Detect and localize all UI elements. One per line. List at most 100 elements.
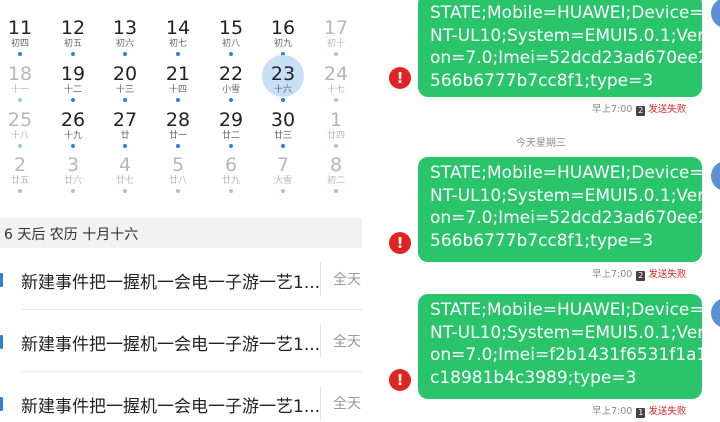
message-text-line: c18981b4c3989;type=3 xyxy=(430,367,637,388)
lunar-date: 小雪 xyxy=(221,85,240,95)
lunar-date: 廿五 xyxy=(10,176,29,186)
day-number: 16 xyxy=(270,17,296,39)
day-cell[interactable]: 2 廿五 xyxy=(0,141,46,195)
event-item[interactable]: 新建事件把一握机一会电一子游一艺1... 全天 xyxy=(0,372,362,422)
sim-card-icon: 2 xyxy=(636,106,646,116)
lunar-date: 廿七 xyxy=(115,176,134,186)
lunar-date: 初九 xyxy=(273,39,292,49)
lunar-date: 十三 xyxy=(115,85,134,95)
event-title: 新建事件把一握机一会电一子游一艺1... xyxy=(21,397,321,417)
day-number: 23 xyxy=(270,63,296,85)
day-header: 6 天后 农历 十月十六 xyxy=(0,218,362,248)
lunar-date: 廿六 xyxy=(63,176,82,186)
message-text-line: on=7.0;Imei=52dcd23ad670ee205 xyxy=(430,208,720,228)
event-dot-icon xyxy=(18,189,22,193)
day-header-text: 6 天后 农历 十月十六 xyxy=(4,227,139,243)
event-item[interactable]: 新建事件把一握机一会电一子游一艺1... 全天 xyxy=(0,310,362,372)
message-time: 早上7:00 xyxy=(592,406,633,417)
divider xyxy=(0,206,362,218)
week-row: 2 廿五 3 廿六 4 廿七 5 廿八 6 廿九 7 大雪 8 初二 xyxy=(0,141,362,195)
divider xyxy=(320,386,321,420)
event-color-bar xyxy=(0,273,3,287)
lunar-date: 廿九 xyxy=(221,176,240,186)
lunar-date: 十七 xyxy=(326,85,345,95)
day-number: 3 xyxy=(66,154,80,176)
message-text-line: STATE;Mobile=HUAWEI;Device=K xyxy=(430,300,715,320)
avatar xyxy=(711,0,720,28)
day-cell[interactable]: 3 廿六 xyxy=(47,141,99,195)
lunar-date: 初十 xyxy=(326,39,345,49)
day-number: 15 xyxy=(218,17,244,39)
lunar-date: 初四 xyxy=(10,39,29,49)
day-cell[interactable]: 5 廿八 xyxy=(152,141,204,195)
day-number: 11 xyxy=(7,17,33,39)
day-number: 5 xyxy=(171,154,185,176)
send-status: 发送失败 xyxy=(648,406,687,417)
day-number: 13 xyxy=(112,17,138,39)
event-dot-icon xyxy=(229,189,233,193)
message-text-line: NT-UL10;System=EMUI5.0.1;Versi xyxy=(430,25,718,46)
month-grid: 11 初四 12 初五 13 初六 14 初七 15 初八 16 初九 17 初十 18 十一 19 十二 20 十三… xyxy=(0,0,362,198)
event-title: 新建事件把一握机一会电一子游一艺1... xyxy=(21,273,321,293)
event-allday-label: 全天 xyxy=(333,272,361,288)
event-color-bar xyxy=(0,335,3,349)
day-number: 18 xyxy=(7,63,33,85)
event-dot-icon xyxy=(176,189,180,193)
event-dot-icon xyxy=(281,189,285,193)
event-dot-icon xyxy=(123,189,127,193)
lunar-date: 初五 xyxy=(63,39,82,49)
day-number: 22 xyxy=(218,63,244,85)
message-meta: 早上7:00 2 发送失败 xyxy=(592,266,712,281)
day-number: 30 xyxy=(270,109,296,131)
day-number: 29 xyxy=(218,109,244,131)
lunar-date: 十一 xyxy=(10,85,29,95)
lunar-date: 廿八 xyxy=(168,176,187,186)
day-number: 27 xyxy=(112,109,138,131)
day-number: 8 xyxy=(329,154,343,176)
day-number: 2 xyxy=(13,154,27,176)
date-separator: 今天星期三 xyxy=(516,138,566,149)
day-number: 26 xyxy=(60,109,86,131)
message-text-line: 566b6777b7cc8f1;type=3 xyxy=(430,230,654,251)
day-cell[interactable]: 7 大雪 xyxy=(257,141,309,195)
message-bubble[interactable]: STATE;Mobile=HUAWEI;Device=K NT-UL10;Syst… xyxy=(418,294,720,399)
event-color-bar xyxy=(0,397,3,411)
sim-card-icon: 2 xyxy=(636,271,646,281)
send-failed-icon[interactable]: ! xyxy=(389,232,411,254)
day-number: 1 xyxy=(329,109,343,131)
message-time: 早上7:00 xyxy=(592,104,633,115)
day-cell[interactable]: 8 初二 xyxy=(310,141,362,195)
lunar-date: 十四 xyxy=(168,85,187,95)
day-cell[interactable]: 6 廿九 xyxy=(205,141,257,195)
send-failed-icon[interactable]: ! xyxy=(389,369,411,391)
send-status: 发送失败 xyxy=(648,104,687,115)
message-bubble[interactable]: STATE;Mobile=HUAWEI;Device=K NT-UL10;Syst… xyxy=(418,157,720,262)
day-cell[interactable]: 4 廿七 xyxy=(99,141,151,195)
lunar-date: 初八 xyxy=(221,39,240,49)
event-allday-label: 全天 xyxy=(333,334,361,350)
message-meta: 早上7:00 2 发送失败 xyxy=(592,101,712,116)
message-time: 早上7:00 xyxy=(592,269,633,280)
day-number: 19 xyxy=(60,63,86,85)
message-text-line: STATE;Mobile=HUAWEI;Device=K xyxy=(430,163,715,183)
message-text-line: 566b6777b7cc8f1;type=3 xyxy=(430,70,654,91)
event-dot-icon xyxy=(71,189,75,193)
send-failed-icon[interactable]: ! xyxy=(389,67,411,89)
message-text-line: NT-UL10;System=EMUI5.0.1;Versi xyxy=(430,322,718,343)
lunar-date: 初七 xyxy=(168,39,187,49)
event-allday-label: 全天 xyxy=(333,396,361,412)
event-item[interactable]: 新建事件把一握机一会电一子游一艺1... 全天 xyxy=(0,248,362,310)
divider xyxy=(320,324,321,358)
message-bubble[interactable]: STATE;Mobile=HUAWEI;Device=K NT-UL10;Syst… xyxy=(418,0,720,97)
sim-card-icon: 1 xyxy=(636,408,646,418)
message-meta: 早上7:00 1 发送失败 xyxy=(592,403,712,418)
divider xyxy=(320,262,321,296)
message-thread: 今天星期三 STATE;Mobile=HUAWEI;Device=K NT-UL1… xyxy=(362,0,720,422)
event-dot-icon xyxy=(334,189,338,193)
day-number: 28 xyxy=(165,109,191,131)
send-status: 发送失败 xyxy=(648,269,687,280)
message-text-line: STATE;Mobile=HUAWEI;Device=K xyxy=(430,3,715,23)
lunar-date: 初二 xyxy=(326,176,345,186)
day-number: 7 xyxy=(276,154,290,176)
day-number: 6 xyxy=(224,154,238,176)
